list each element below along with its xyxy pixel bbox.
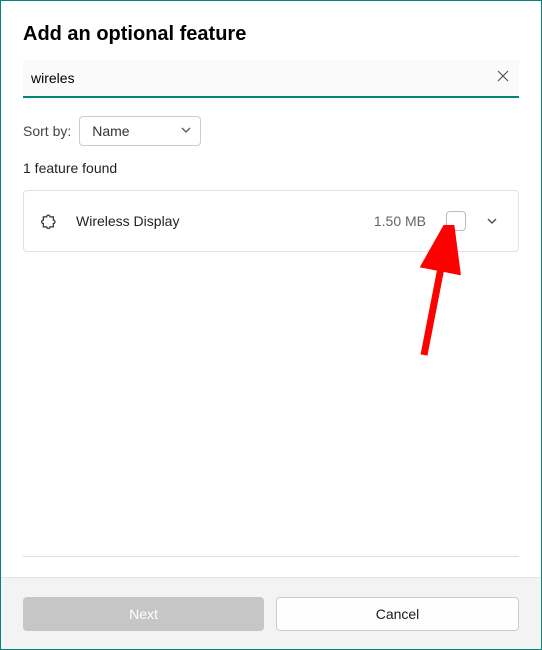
- next-button[interactable]: Next: [23, 597, 264, 631]
- clear-search-icon[interactable]: [493, 65, 513, 91]
- chevron-down-icon: [180, 123, 192, 139]
- sort-row: Sort by: Name: [23, 116, 519, 146]
- feature-name: Wireless Display: [76, 213, 358, 229]
- feature-list-item[interactable]: Wireless Display 1.50 MB: [23, 190, 519, 252]
- search-field-wrap: [23, 60, 519, 98]
- sort-selected-value: Name: [92, 123, 129, 139]
- expand-chevron-icon[interactable]: [482, 211, 502, 231]
- dialog-title: Add an optional feature: [23, 23, 519, 46]
- dialog-footer: Next Cancel: [1, 577, 541, 649]
- cancel-button[interactable]: Cancel: [276, 597, 519, 631]
- result-count: 1 feature found: [23, 160, 519, 176]
- footer-divider: [23, 556, 519, 557]
- sort-label: Sort by:: [23, 123, 71, 139]
- puzzle-piece-icon: [40, 211, 60, 231]
- search-input[interactable]: [23, 60, 519, 96]
- feature-size: 1.50 MB: [374, 213, 426, 229]
- feature-checkbox[interactable]: [446, 211, 466, 231]
- sort-select[interactable]: Name: [79, 116, 201, 146]
